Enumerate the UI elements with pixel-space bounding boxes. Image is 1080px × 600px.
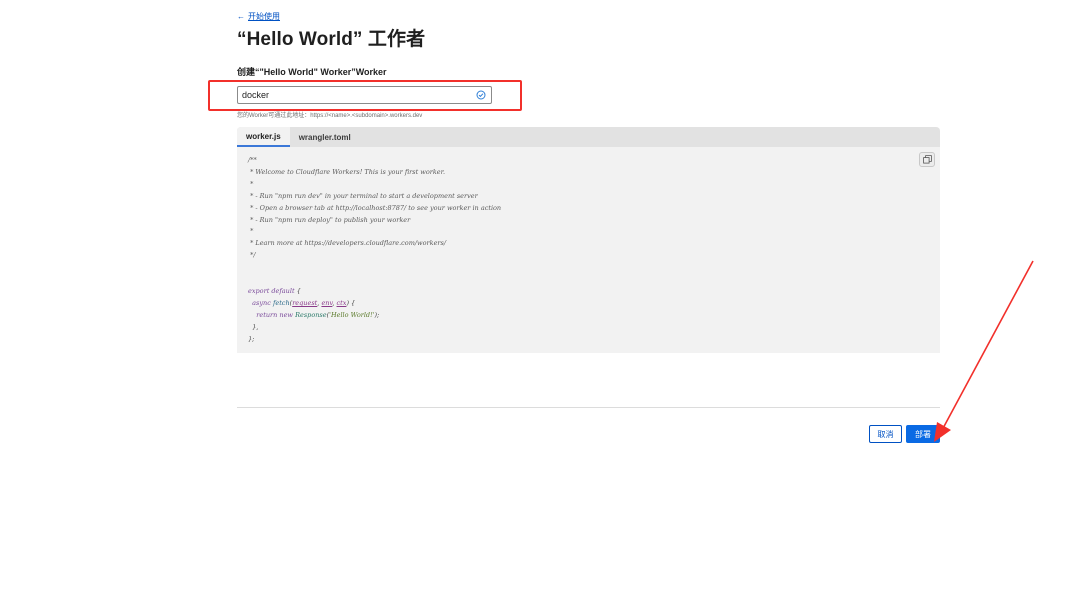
code-line: /** — [248, 156, 257, 164]
tab-worker-js[interactable]: worker.js — [237, 127, 290, 147]
code-line: return new Response('Hello World!'); — [256, 310, 380, 319]
back-link[interactable]: ← 开始使用 — [237, 11, 280, 22]
copy-icon — [922, 155, 932, 164]
worker-name-input[interactable] — [238, 87, 473, 103]
code-line: * Welcome to Cloudflare Workers! This is… — [248, 167, 446, 176]
page-title: “Hello World” 工作者 — [237, 29, 426, 50]
code-line: */ — [248, 251, 256, 260]
code-line: * — [248, 179, 254, 188]
footer-divider — [237, 407, 940, 408]
url-hint: 您的Worker可通过此地址：https://<name>.<subdomain… — [237, 113, 423, 119]
back-link-label: 开始使用 — [248, 12, 280, 21]
code-line: }; — [248, 334, 255, 343]
code-line: * - Run "npm run deploy" to publish your… — [248, 215, 411, 224]
code-line: }, — [248, 322, 259, 331]
code-line: * Learn more at https://developers.cloud… — [248, 239, 447, 248]
code-content[interactable]: /** * Welcome to Cloudflare Workers! Thi… — [237, 147, 940, 346]
code-editor[interactable]: worker.js wrangler.toml /** * Welcome to… — [237, 127, 940, 353]
copy-button[interactable] — [919, 152, 935, 167]
code-line: async fetch(request, env, ctx) { — [252, 298, 356, 307]
code-line: * - Open a browser tab at http://localho… — [248, 203, 502, 212]
arrow-left-icon: ← — [237, 12, 245, 21]
check-circle-icon — [473, 87, 489, 103]
tab-wrangler-toml[interactable]: wrangler.toml — [290, 127, 360, 147]
code-line: * — [248, 227, 254, 236]
editor-tabbar: worker.js wrangler.toml — [237, 127, 940, 147]
cancel-button[interactable]: 取消 — [869, 425, 902, 443]
worker-name-field[interactable] — [237, 86, 492, 104]
code-line: export default { — [248, 286, 301, 295]
worker-name-label: 创建“"Hello World" Worker”Worker — [237, 67, 387, 77]
deploy-button[interactable]: 部署 — [906, 425, 940, 443]
code-line: * - Run "npm run dev" in your terminal t… — [248, 191, 478, 200]
